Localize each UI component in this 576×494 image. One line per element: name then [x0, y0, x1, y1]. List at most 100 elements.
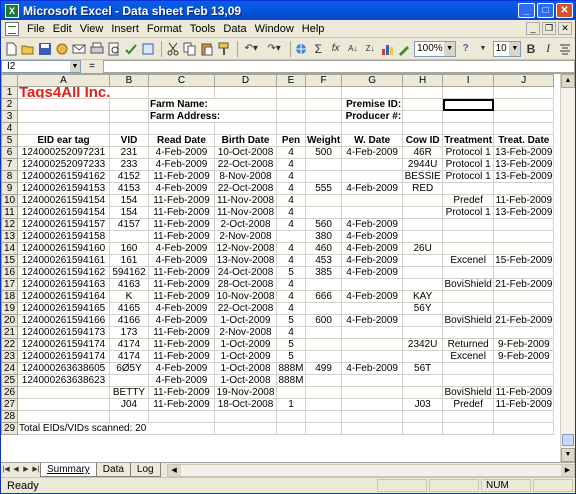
formula-input[interactable] [103, 60, 575, 73]
data-cell[interactable]: BoviShield [442, 278, 495, 291]
workbook-close-button[interactable]: ✕ [558, 22, 572, 35]
data-cell[interactable]: Protocol 1 [442, 158, 495, 171]
close-button[interactable]: ✕ [556, 3, 573, 18]
menu-file[interactable]: File [23, 23, 49, 35]
data-cell[interactable] [304, 302, 343, 315]
row-header[interactable]: 27 [1, 398, 18, 411]
bold-button[interactable]: B [523, 41, 538, 57]
menu-data[interactable]: Data [219, 23, 250, 35]
data-cell[interactable]: 2-Nov-2008 [214, 230, 277, 243]
data-cell[interactable]: 4 [276, 218, 306, 231]
data-cell[interactable] [341, 194, 404, 207]
cell[interactable] [341, 410, 404, 423]
column-header[interactable]: I [442, 74, 495, 87]
column-header[interactable]: G [341, 74, 404, 87]
data-cell[interactable]: BoviShield [442, 314, 495, 327]
data-cell[interactable]: 46R [402, 146, 444, 159]
data-cell[interactable]: 22-Oct-2008 [214, 182, 277, 195]
data-cell[interactable]: 4-Feb-2009 [341, 314, 404, 327]
cell[interactable] [341, 86, 404, 99]
cut-icon[interactable] [165, 41, 180, 57]
cell[interactable] [276, 422, 306, 435]
data-cell[interactable]: 11-Feb-2009 [148, 218, 215, 231]
sort-descending-icon[interactable]: Z↓ [362, 41, 377, 57]
column-header[interactable]: A [17, 74, 110, 87]
data-cell[interactable]: 124000261594162 [17, 170, 110, 183]
data-cell[interactable]: J04 [109, 398, 149, 411]
data-cell[interactable]: 124000263638605 [17, 362, 110, 375]
data-cell[interactable]: 11-Feb-2009 [493, 398, 555, 411]
align-center-icon[interactable] [558, 41, 573, 57]
company-logo-text[interactable]: Tags4All Inc. [17, 86, 149, 99]
data-cell[interactable] [493, 242, 555, 255]
data-cell[interactable]: 12-Nov-2008 [214, 242, 277, 255]
data-cell[interactable]: 15-Feb-2009 [493, 254, 555, 267]
data-cell[interactable] [341, 326, 404, 339]
cell[interactable] [402, 98, 444, 111]
data-cell[interactable]: 28-Oct-2008 [214, 278, 277, 291]
data-cell[interactable]: 124000261594166 [17, 314, 110, 327]
data-cell[interactable]: 4 [276, 206, 306, 219]
data-cell[interactable] [402, 266, 444, 279]
data-cell[interactable]: 9-Feb-2009 [493, 338, 555, 351]
data-cell[interactable]: 4 [276, 302, 306, 315]
cell[interactable] [402, 122, 444, 135]
data-cell[interactable]: 460 [304, 242, 343, 255]
copy-icon[interactable] [182, 41, 197, 57]
cell[interactable] [341, 422, 404, 435]
data-cell[interactable]: 4 [276, 146, 306, 159]
data-cell[interactable]: 4157 [109, 218, 149, 231]
menu-tools[interactable]: Tools [186, 23, 220, 35]
data-cell[interactable] [341, 338, 404, 351]
column-header[interactable]: E [276, 74, 306, 87]
select-all-corner[interactable] [1, 74, 18, 87]
column-header[interactable]: J [493, 74, 555, 87]
data-cell[interactable]: 4-Feb-2009 [341, 242, 404, 255]
data-cell[interactable]: 4 [276, 326, 306, 339]
table-header-cell[interactable]: VID [109, 134, 149, 147]
data-cell[interactable]: 231 [109, 146, 149, 159]
data-cell[interactable]: 499 [304, 362, 343, 375]
print-preview-icon[interactable] [106, 41, 121, 57]
row-header[interactable]: 9 [1, 182, 18, 195]
cell[interactable] [276, 122, 306, 135]
data-cell[interactable]: BESSIE [402, 170, 444, 183]
data-cell[interactable]: 160 [109, 242, 149, 255]
data-cell[interactable]: 4-Feb-2009 [148, 182, 215, 195]
data-cell[interactable] [493, 182, 555, 195]
minimize-button[interactable]: _ [518, 3, 535, 18]
farm-name-label[interactable]: Farm Name: [148, 98, 277, 111]
font-size-select[interactable]: 10 ▼ [492, 40, 522, 57]
data-cell[interactable]: 4 [276, 194, 306, 207]
data-cell[interactable]: 154 [109, 194, 149, 207]
data-cell[interactable]: 11-Feb-2009 [148, 206, 215, 219]
data-cell[interactable] [402, 218, 444, 231]
data-cell[interactable] [442, 218, 495, 231]
data-cell[interactable]: 13-Feb-2009 [493, 170, 555, 183]
row-header[interactable]: 24 [1, 362, 18, 375]
data-cell[interactable]: 4 [276, 254, 306, 267]
data-cell[interactable]: 124000261594160 [17, 242, 110, 255]
data-cell[interactable] [17, 398, 110, 411]
data-cell[interactable] [442, 242, 495, 255]
cell[interactable] [304, 410, 343, 423]
cell[interactable] [493, 422, 555, 435]
tab-log[interactable]: Log [129, 463, 161, 477]
cell[interactable] [214, 122, 277, 135]
data-cell[interactable]: Returned [442, 338, 495, 351]
new-icon[interactable] [3, 41, 18, 57]
permission-icon[interactable] [55, 41, 70, 57]
data-cell[interactable]: 56T [402, 362, 444, 375]
row-header[interactable]: 13 [1, 230, 18, 243]
data-cell[interactable]: 4-Feb-2009 [341, 146, 404, 159]
chart-wizard-icon[interactable] [380, 41, 395, 57]
data-cell[interactable]: 154 [109, 206, 149, 219]
cell[interactable] [442, 122, 495, 135]
data-cell[interactable]: KAY [402, 290, 444, 303]
data-cell[interactable]: 11-Feb-2009 [493, 386, 555, 399]
data-cell[interactable] [493, 230, 555, 243]
data-cell[interactable] [402, 230, 444, 243]
name-box[interactable]: I2 ▼ [1, 60, 81, 73]
column-header[interactable]: D [214, 74, 277, 87]
data-cell[interactable]: 2342U [402, 338, 444, 351]
